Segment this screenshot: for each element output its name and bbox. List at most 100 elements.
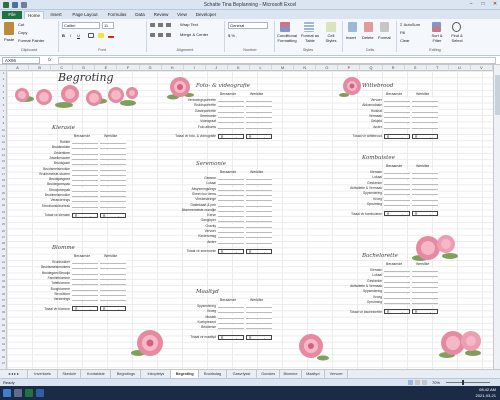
actual-cell[interactable]	[412, 119, 438, 124]
estimate-cell[interactable]	[72, 155, 98, 160]
row-header[interactable]: 3	[0, 85, 6, 88]
estimate-cell[interactable]	[72, 140, 98, 144]
estimate-cell[interactable]	[218, 181, 244, 186]
estimate-cell[interactable]	[384, 268, 410, 272]
row-header[interactable]: 26	[0, 230, 6, 233]
estimate-cell[interactable]	[384, 201, 410, 206]
cell-styles-button[interactable]: Cell Styles	[323, 33, 339, 43]
number-format-select[interactable]: General	[228, 22, 268, 29]
paste-icon[interactable]	[4, 22, 14, 35]
actual-cell[interactable]	[100, 150, 126, 155]
row-header[interactable]: 7	[0, 110, 6, 113]
tab-page-layout[interactable]: Page Layout	[68, 11, 102, 19]
actual-cell[interactable]	[100, 291, 126, 296]
row-header[interactable]: 10	[0, 129, 6, 132]
tab-view[interactable]: View	[174, 11, 190, 19]
actual-cell[interactable]	[246, 229, 272, 233]
actual-total-cell[interactable]: R-	[246, 248, 272, 254]
row-header[interactable]: 41	[0, 324, 6, 327]
estimate-cell[interactable]	[384, 185, 410, 190]
actual-cell[interactable]	[100, 177, 126, 182]
estimate-total-cell[interactable]: R-	[72, 212, 98, 218]
excel-taskbar-icon[interactable]	[25, 389, 33, 397]
estimate-cell[interactable]	[72, 161, 98, 166]
estimate-cell[interactable]	[384, 273, 410, 278]
sheet-tab[interactable]: Maaltyd	[302, 370, 325, 378]
insert-cells-icon[interactable]	[348, 22, 357, 32]
find-select-button[interactable]: Find & Select	[448, 33, 466, 43]
sheet-tab[interactable]: Skedule	[58, 370, 82, 378]
page-break-view-icon[interactable]	[422, 380, 427, 385]
actual-cell[interactable]	[246, 202, 272, 207]
estimate-cell[interactable]	[384, 108, 410, 113]
actual-cell[interactable]	[246, 124, 272, 129]
estimate-cell[interactable]	[72, 198, 98, 203]
estimate-cell[interactable]	[384, 191, 410, 196]
estimate-cell[interactable]	[218, 176, 244, 180]
font-size-select[interactable]: 11	[102, 22, 114, 29]
estimate-total-cell[interactable]: R-	[218, 248, 244, 254]
insert-button[interactable]: Insert	[346, 35, 356, 40]
actual-cell[interactable]	[246, 207, 272, 212]
estimate-cell[interactable]	[72, 187, 98, 192]
format-cells-icon[interactable]	[380, 22, 389, 32]
estimate-cell[interactable]	[218, 229, 244, 233]
actual-total-cell[interactable]: R-	[246, 334, 272, 340]
sheet-tab[interactable]: Bruidsdag	[199, 370, 227, 378]
estimate-cell[interactable]	[384, 170, 410, 174]
estimate-cell[interactable]	[218, 119, 244, 124]
tab-file[interactable]: File	[2, 11, 22, 19]
merge-center-button[interactable]: Merge & Center	[180, 32, 208, 37]
align-horizontal-icons[interactable]	[150, 33, 174, 37]
actual-cell[interactable]	[100, 166, 126, 171]
row-header[interactable]: 42	[0, 330, 6, 333]
actual-cell[interactable]	[246, 213, 272, 218]
estimate-cell[interactable]	[384, 98, 410, 102]
zoom-slider[interactable]	[446, 382, 490, 383]
actual-cell[interactable]	[412, 98, 438, 102]
actual-cell[interactable]	[246, 98, 272, 102]
row-header[interactable]: 39	[0, 311, 6, 314]
tab-data[interactable]: Data	[132, 11, 148, 19]
row-header[interactable]: 29	[0, 248, 6, 251]
estimate-cell[interactable]	[218, 319, 244, 324]
estimate-cell[interactable]	[384, 119, 410, 124]
actual-cell[interactable]	[246, 191, 272, 196]
estimate-cell[interactable]	[218, 124, 244, 129]
actual-cell[interactable]	[246, 223, 272, 228]
actual-cell[interactable]	[100, 187, 126, 192]
actual-cell[interactable]	[246, 186, 272, 191]
row-header[interactable]: 1	[0, 72, 6, 75]
estimate-total-cell[interactable]: R-	[384, 211, 410, 217]
delete-button[interactable]: Delete	[362, 35, 374, 40]
actual-cell[interactable]	[412, 273, 438, 278]
actual-cell[interactable]	[246, 309, 272, 314]
row-header[interactable]: 8	[0, 116, 6, 119]
estimate-cell[interactable]	[72, 171, 98, 176]
row-header[interactable]: 30	[0, 255, 6, 258]
actual-cell[interactable]	[100, 145, 126, 150]
estimate-cell[interactable]	[72, 182, 98, 187]
estimate-cell[interactable]	[384, 124, 410, 129]
estimate-cell[interactable]	[218, 191, 244, 196]
actual-cell[interactable]	[246, 181, 272, 186]
actual-cell[interactable]	[100, 281, 126, 286]
actual-total-cell[interactable]: R-	[246, 133, 272, 139]
estimate-cell[interactable]	[218, 207, 244, 212]
actual-cell[interactable]	[412, 170, 438, 174]
fill-color-icon[interactable]	[98, 33, 104, 38]
actual-cell[interactable]	[412, 185, 438, 190]
actual-cell[interactable]	[100, 286, 126, 291]
actual-cell[interactable]	[246, 108, 272, 113]
actual-cell[interactable]	[100, 297, 126, 302]
tab-review[interactable]: Review	[150, 11, 172, 19]
minimize-button[interactable]: –	[465, 1, 477, 8]
row-header[interactable]: 5	[0, 97, 6, 100]
italic-button[interactable]: I	[70, 33, 71, 38]
actual-cell[interactable]	[412, 289, 438, 294]
explorer-icon[interactable]	[14, 389, 22, 397]
font-name-select[interactable]: Calibri	[62, 22, 100, 29]
page-layout-view-icon[interactable]	[415, 380, 420, 385]
actual-cell[interactable]	[412, 196, 438, 201]
estimate-cell[interactable]	[72, 270, 98, 275]
